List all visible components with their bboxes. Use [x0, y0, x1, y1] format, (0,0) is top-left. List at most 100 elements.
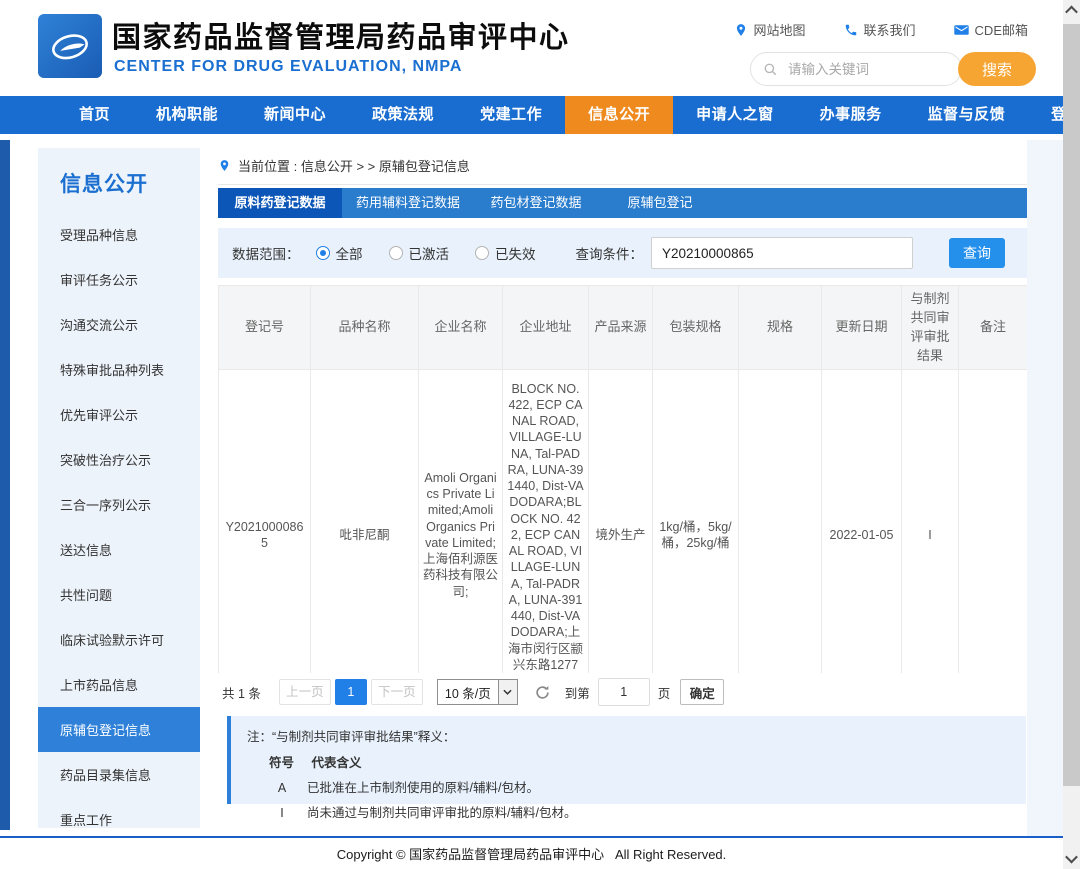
sidebar-item-10[interactable]: 临床试验默示许可: [38, 617, 200, 662]
footer: Copyright © 国家药品监督管理局药品审评中心 All Right Re…: [0, 838, 1063, 869]
search-button[interactable]: 搜索: [958, 52, 1036, 86]
note-meaning: 尚未通过与制剂共同审评审批的原料/辅料/包材。: [307, 806, 576, 820]
radio-label: 全部: [336, 243, 363, 263]
page: 国家药品监督管理局药品审评中心 CENTER FOR DRUG EVALUATI…: [0, 0, 1080, 869]
nav-item-5[interactable]: 党建工作: [457, 96, 565, 134]
scope-option-2[interactable]: 已激活: [389, 243, 450, 263]
search-input[interactable]: [786, 61, 967, 78]
scope-option-3[interactable]: 已失效: [475, 243, 536, 263]
note-box: 注：“与制剂共同审评审批结果”释义： 符号 代表含义 A已批准在上市制剂使用的原…: [227, 716, 1026, 804]
sidebar-item-11[interactable]: 上市药品信息: [38, 662, 200, 707]
vertical-scrollbar[interactable]: [1063, 0, 1080, 869]
note-title: 注：“与制剂共同审评审批结果”释义：: [247, 726, 1026, 745]
sidebar-item-6[interactable]: 突破性治疗公示: [38, 437, 200, 482]
copyright-text: Copyright © 国家药品监督管理局药品审评中心 All Right Re…: [337, 844, 727, 863]
left-accent-bar: [0, 140, 10, 830]
sidebar-item-9[interactable]: 共性问题: [38, 572, 200, 617]
breadcrumb: 当前位置 : 信息公开 > > 原辅包登记信息: [218, 152, 1027, 185]
column-header-1: 登记号: [219, 286, 311, 370]
sidebar-item-5[interactable]: 优先审评公示: [38, 392, 200, 437]
tab-bar: 原料药登记数据药用辅料登记数据药包材登记数据原辅包登记: [218, 188, 1027, 218]
next-page-button[interactable]: 下一页: [371, 679, 423, 705]
prev-page-button[interactable]: 上一页: [279, 679, 331, 705]
table-cell-2: 吡非尼酮: [311, 370, 419, 673]
scrollbar-thumb[interactable]: [1063, 24, 1080, 786]
radio-label: 已激活: [409, 243, 450, 263]
table-cell-8: 2022-01-05: [822, 370, 902, 673]
chevron-up-icon: [1065, 6, 1078, 19]
quick-link-3[interactable]: CDE邮箱: [954, 20, 1028, 39]
scroll-down-button[interactable]: [1063, 850, 1080, 867]
quick-link-label: 联系我们: [864, 20, 916, 39]
scroll-up-button[interactable]: [1063, 2, 1080, 19]
breadcrumb-text: 当前位置 : 信息公开 > > 原辅包登记信息: [238, 156, 470, 175]
search-icon: [763, 62, 778, 77]
sidebar-item-4[interactable]: 特殊审批品种列表: [38, 347, 200, 392]
nav-item-4[interactable]: 政策法规: [349, 96, 457, 134]
column-header-8: 更新日期: [822, 286, 902, 370]
sidebar-item-12[interactable]: 原辅包登记信息: [38, 707, 200, 752]
right-pale-strip: [1027, 140, 1063, 836]
table-cell-6: 1kg/桶，5kg/桶，25kg/桶: [653, 370, 739, 673]
scope-option-1[interactable]: 全部: [316, 243, 363, 263]
sidebar-item-3[interactable]: 沟通交流公示: [38, 302, 200, 347]
page-subtitle: CENTER FOR DRUG EVALUATION, NMPA: [114, 58, 462, 76]
sidebar-item-2[interactable]: 审评任务公示: [38, 257, 200, 302]
column-header-7: 规格: [739, 286, 822, 370]
table-cell-5: 境外生产: [589, 370, 653, 673]
nav-item-1[interactable]: 首页: [56, 96, 133, 134]
nav-item-2[interactable]: 机构职能: [133, 96, 241, 134]
note-symbol: A: [269, 781, 295, 795]
total-count: 共 1 条: [222, 683, 261, 702]
results-table-wrap: 登记号品种名称企业名称企业地址产品来源包装规格规格更新日期与制剂共同审评审批结果…: [218, 285, 1027, 673]
scope-radio-group: 全部 已激活 已失效: [316, 243, 536, 263]
nav-item-9[interactable]: 监督与反馈: [905, 96, 1029, 134]
tab-2[interactable]: 药用辅料登记数据: [342, 188, 474, 218]
query-input[interactable]: [651, 237, 913, 269]
column-header-3: 企业名称: [419, 286, 503, 370]
nav-item-3[interactable]: 新闻中心: [241, 96, 349, 134]
table-row: Y20210000865吡非尼酮Amoli Organics Private L…: [219, 370, 1028, 673]
radio-icon: [389, 246, 403, 260]
page-size-select[interactable]: 10 条/页: [437, 679, 518, 705]
query-button[interactable]: 查询: [949, 238, 1005, 268]
tab-4[interactable]: 原辅包登记: [598, 188, 722, 218]
main-nav: 首页机构职能新闻中心政策法规党建工作信息公开申请人之窗办事服务监督与反馈登记备案…: [0, 96, 1080, 134]
note-row-2: I尚未通过与制剂共同审评审批的原料/辅料/包材。: [247, 802, 1026, 821]
refresh-icon[interactable]: [534, 684, 551, 701]
sidebar-menu: 受理品种信息审评任务公示沟通交流公示特殊审批品种列表优先审评公示突破性治疗公示三…: [38, 212, 200, 842]
radio-icon: [475, 246, 489, 260]
nav-item-6[interactable]: 信息公开: [565, 96, 673, 134]
page-title: 国家药品监督管理局药品审评中心: [112, 14, 570, 56]
tab-3[interactable]: 药包材登记数据: [474, 188, 598, 218]
column-header-4: 企业地址: [503, 286, 589, 370]
goto-page-input[interactable]: [598, 678, 650, 706]
nav-item-8[interactable]: 办事服务: [797, 96, 905, 134]
quick-link-label: CDE邮箱: [975, 20, 1028, 39]
search-box[interactable]: [750, 52, 962, 86]
data-table: 登记号品种名称企业名称企业地址产品来源包装规格规格更新日期与制剂共同审评审批结果…: [218, 285, 1027, 673]
current-page-button[interactable]: 1: [335, 679, 367, 705]
pagination: 共 1 条 上一页 1 下一页 10 条/页 到第 页 确定: [222, 678, 724, 706]
chevron-down-scroll-icon: [1065, 851, 1078, 864]
sidebar-item-13[interactable]: 药品目录集信息: [38, 752, 200, 797]
radio-icon: [316, 246, 330, 260]
confirm-button[interactable]: 确定: [680, 679, 724, 705]
table-cell-10: [959, 370, 1028, 673]
phone-icon: [844, 23, 858, 37]
column-header-9: 与制剂共同审评审批结果: [902, 286, 959, 370]
sidebar-item-8[interactable]: 送达信息: [38, 527, 200, 572]
tab-1[interactable]: 原料药登记数据: [218, 188, 342, 218]
sidebar-item-1[interactable]: 受理品种信息: [38, 212, 200, 257]
table-header-row: 登记号品种名称企业名称企业地址产品来源包装规格规格更新日期与制剂共同审评审批结果…: [219, 286, 1028, 370]
cde-logo: [38, 14, 102, 78]
quick-link-2[interactable]: 联系我们: [844, 20, 916, 39]
nav-item-7[interactable]: 申请人之窗: [673, 96, 797, 134]
quick-link-1[interactable]: 网站地图: [734, 20, 806, 39]
sidebar-item-7[interactable]: 三合一序列公示: [38, 482, 200, 527]
query-label: 查询条件：: [576, 243, 644, 263]
column-header-2: 品种名称: [311, 286, 419, 370]
goto-label: 到第: [565, 683, 590, 702]
column-header-10: 备注: [959, 286, 1028, 370]
table-cell-9: I: [902, 370, 959, 673]
